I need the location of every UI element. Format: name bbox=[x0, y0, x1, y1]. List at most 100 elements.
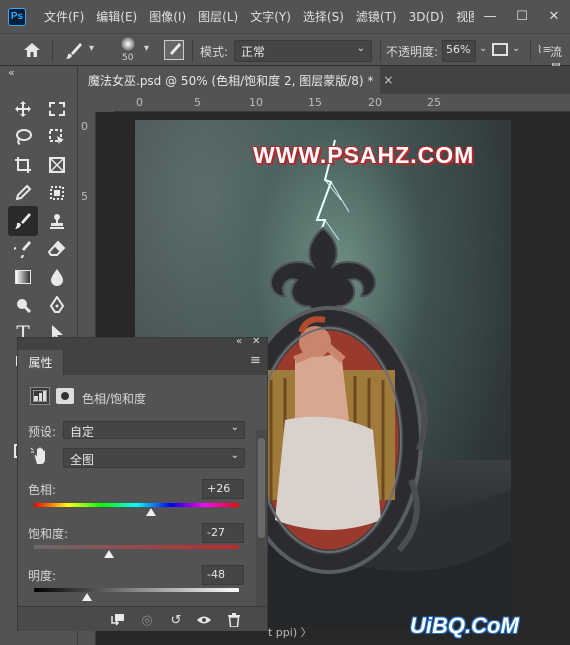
ruler-label: 5 bbox=[81, 190, 88, 203]
history-brush-tool-icon[interactable] bbox=[10, 236, 36, 262]
frame-tool-icon[interactable] bbox=[44, 152, 70, 178]
brush-tip-icon[interactable] bbox=[116, 37, 140, 53]
ruler-label: 25 bbox=[427, 96, 441, 109]
properties-footer: ◎ ↺ bbox=[18, 606, 267, 631]
properties-tab-strip: ≡ bbox=[64, 350, 267, 375]
lightness-slider-thumb[interactable] bbox=[82, 593, 93, 601]
menu-layer[interactable]: 图层(L) bbox=[192, 8, 244, 25]
menu-type[interactable]: 文字(Y) bbox=[244, 8, 297, 25]
menu-file[interactable]: 文件(F) bbox=[38, 8, 90, 25]
crop-tool-icon[interactable] bbox=[10, 152, 36, 178]
document-status[interactable]: t ppi) 〉 bbox=[268, 624, 312, 640]
document-tab-bar: 魔法女巫.psd @ 50% (色相/饱和度 2, 图层蒙版/8) * × bbox=[78, 66, 570, 94]
lightness-slider-track[interactable] bbox=[34, 588, 239, 592]
menu-select[interactable]: 选择(S) bbox=[297, 8, 350, 25]
preset-value: 自定 bbox=[70, 425, 95, 439]
close-tab-icon[interactable]: × bbox=[383, 73, 393, 87]
hue-label: 色相: bbox=[28, 483, 57, 497]
collapse-toolbar-icon[interactable]: « bbox=[8, 66, 15, 79]
document-tab[interactable]: 魔法女巫.psd @ 50% (色相/饱和度 2, 图层蒙版/8) * × bbox=[78, 66, 393, 94]
horizontal-ruler[interactable]: 0 5 10 15 20 25 bbox=[114, 94, 570, 112]
menu-edit[interactable]: 编辑(E) bbox=[90, 8, 143, 25]
properties-panel-header[interactable]: « ✕ bbox=[18, 336, 267, 350]
tab-properties[interactable]: 属性 bbox=[18, 350, 64, 375]
lightness-label: 明度: bbox=[28, 569, 57, 583]
ruler-label: 10 bbox=[249, 96, 263, 109]
close-panel-icon[interactable]: ✕ bbox=[252, 336, 260, 347]
chevron-down-icon: ⌄ bbox=[230, 450, 239, 461]
chevron-down-icon[interactable]: ▾ bbox=[144, 43, 149, 54]
saturation-value-input[interactable]: -27 bbox=[202, 523, 244, 543]
brush-size-label: 50 bbox=[122, 53, 134, 63]
window-controls: — ☐ ✕ bbox=[474, 0, 570, 33]
visibility-eye-icon[interactable] bbox=[194, 611, 214, 629]
opacity-label: 不透明度: bbox=[386, 45, 439, 59]
clone-stamp-tool-icon[interactable] bbox=[44, 208, 70, 234]
brush-tool-preset-icon[interactable] bbox=[64, 41, 84, 64]
preset-select[interactable]: 自定 ⌄ bbox=[63, 421, 245, 439]
saturation-slider-track[interactable] bbox=[34, 545, 239, 549]
blur-tool-icon[interactable] bbox=[44, 264, 70, 290]
chevron-down-icon: ⌄ bbox=[356, 43, 365, 54]
hue-value-input[interactable]: +26 bbox=[202, 479, 244, 499]
object-selection-tool-icon[interactable] bbox=[44, 124, 70, 150]
brush-settings-panel-icon[interactable] bbox=[164, 40, 184, 60]
mode-value: 正常 bbox=[241, 45, 266, 59]
targeted-adjustment-hand-icon[interactable] bbox=[30, 446, 50, 469]
home-icon[interactable] bbox=[22, 41, 42, 62]
dodge-tool-icon[interactable] bbox=[10, 292, 36, 318]
menu-filter[interactable]: 滤镜(T) bbox=[350, 8, 403, 25]
menu-3d[interactable]: 3D(D) bbox=[403, 10, 450, 24]
ruler-corner bbox=[78, 94, 114, 112]
gradient-tool-icon[interactable] bbox=[10, 264, 36, 290]
document-tab-title: 魔法女巫.psd @ 50% (色相/饱和度 2, 图层蒙版/8) * bbox=[88, 73, 374, 88]
options-bar: ▾ 50 ▾ 模式: 正常 ⌄ 不透明度: 56% ⌄ ⌄ ⌇≡ 流量 bbox=[0, 33, 570, 76]
marquee-tool-icon[interactable] bbox=[44, 96, 70, 122]
ruler-label: 5 bbox=[194, 96, 201, 109]
patch-tool-icon[interactable] bbox=[44, 180, 70, 206]
saturation-slider-thumb[interactable] bbox=[103, 550, 114, 558]
close-window-button[interactable]: ✕ bbox=[538, 9, 570, 24]
hue-slider-track[interactable] bbox=[34, 503, 239, 507]
adjustment-icon[interactable] bbox=[30, 387, 50, 405]
mode-label: 模式: bbox=[200, 45, 229, 59]
properties-panel: « ✕ 属性 ≡ 色相/饱和度 预设: 自定 ⌄ 全图 ⌄ 色相: +26 饱和… bbox=[17, 336, 268, 631]
menu-bar: Ps 文件(F) 编辑(E) 图像(I) 图层(L) 文字(Y) 选择(S) 滤… bbox=[0, 0, 570, 33]
ruler-label: 0 bbox=[136, 96, 143, 109]
panel-menu-icon[interactable]: ≡ bbox=[250, 353, 261, 368]
hue-slider-thumb[interactable] bbox=[146, 508, 157, 516]
minimize-button[interactable]: — bbox=[474, 9, 506, 24]
eraser-tool-icon[interactable] bbox=[44, 236, 70, 262]
properties-scrollbar-thumb[interactable] bbox=[258, 438, 265, 538]
photoshop-logo: Ps bbox=[8, 7, 26, 26]
layer-mask-icon[interactable] bbox=[56, 388, 74, 404]
collapse-panel-icon[interactable]: « bbox=[236, 336, 242, 347]
reset-icon[interactable]: ↺ bbox=[166, 611, 186, 629]
chevron-down-icon[interactable]: ⌄ bbox=[479, 43, 487, 54]
channel-select[interactable]: 全图 ⌄ bbox=[63, 448, 245, 468]
view-previous-state-icon[interactable]: ◎ bbox=[137, 611, 157, 629]
ruler-label: 0 bbox=[81, 120, 88, 133]
preset-label: 预设: bbox=[28, 425, 57, 439]
saturation-label: 饱和度: bbox=[28, 527, 69, 541]
opacity-input[interactable]: 56% bbox=[442, 40, 476, 62]
move-tool-icon[interactable] bbox=[10, 96, 36, 122]
brush-tool-icon[interactable] bbox=[8, 206, 38, 236]
chevron-down-icon[interactable]: ⌄ bbox=[512, 43, 520, 54]
eyedropper-tool-icon[interactable] bbox=[10, 180, 36, 206]
chevron-down-icon: ⌄ bbox=[230, 422, 239, 433]
mode-select[interactable]: 正常 ⌄ bbox=[234, 40, 372, 62]
chevron-down-icon[interactable]: ▾ bbox=[89, 43, 94, 54]
lasso-tool-icon[interactable] bbox=[10, 124, 36, 150]
ruler-label: 15 bbox=[308, 96, 322, 109]
pen-tool-icon[interactable] bbox=[44, 292, 70, 318]
channel-value: 全图 bbox=[70, 453, 95, 467]
ruler-label: 20 bbox=[368, 96, 382, 109]
lightness-value-input[interactable]: -48 bbox=[202, 565, 244, 585]
maximize-button[interactable]: ☐ bbox=[506, 9, 538, 24]
menu-image[interactable]: 图像(I) bbox=[143, 8, 192, 25]
delete-trash-icon[interactable] bbox=[224, 611, 244, 629]
adjustment-title: 色相/饱和度 bbox=[82, 392, 147, 406]
clip-to-layer-icon[interactable] bbox=[107, 611, 127, 629]
pressure-opacity-icon[interactable] bbox=[492, 43, 508, 56]
